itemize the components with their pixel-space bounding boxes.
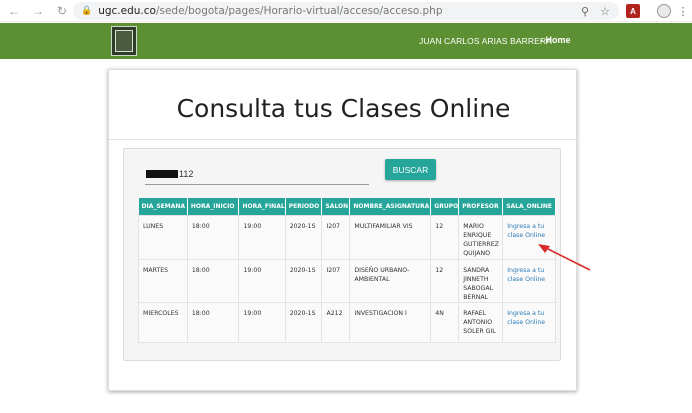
cell-dia: MIERCOLES [138, 301, 188, 343]
column-header: HORA_INICIO [187, 198, 240, 215]
join-class-link[interactable]: Ingresa a tu clase Online [507, 310, 545, 326]
column-header: PROFESOR [458, 198, 504, 215]
cell-grupo: 12 [430, 214, 460, 260]
cell-final: 19:00 [238, 258, 286, 303]
schedule-table: DIA_SEMANA HORA_INICIO HORA_FINAL PERIOD… [138, 198, 556, 343]
cell-inicio: 18:00 [186, 258, 240, 303]
page-title: Consulta tus Clases Online [176, 94, 511, 123]
cell-grupo: 4N [430, 301, 460, 343]
cell-final: 19:00 [238, 301, 286, 343]
cell-profesor: MARIO ENRIQUE GUTIERREZ QUIJANO [458, 214, 504, 260]
site-header: JUAN CARLOS ARIAS BARRERA - Home [0, 23, 692, 59]
pdf-icon[interactable]: A [626, 4, 640, 18]
cell-salon: I207 [321, 258, 351, 303]
join-class-link[interactable]: Ingresa a tu clase Online [507, 223, 545, 239]
column-header: PERIODO [285, 198, 323, 215]
user-name: JUAN CARLOS ARIAS BARRERA [419, 36, 552, 46]
cell-final: 19:00 [238, 214, 286, 260]
cell-dia: MARTES [138, 258, 188, 303]
menu-icon[interactable]: ⋮ [676, 4, 690, 18]
cell-periodo: 2020-1S [284, 258, 323, 303]
url-host: ugc.edu.co [98, 5, 156, 17]
redacted-code [146, 170, 178, 178]
address-bar[interactable]: 🔒 ugc.edu.co/sede/bogota/pages/Horario-v… [73, 2, 619, 20]
university-logo[interactable] [111, 26, 137, 56]
cell-asignatura: MULTIFAMILIAR VIS [349, 214, 432, 260]
cell-periodo: 2020-1S [284, 214, 323, 260]
cell-inicio: 18:00 [186, 214, 240, 260]
lock-icon: 🔒 [81, 6, 93, 16]
table-row: MARTES 18:00 19:00 2020-1S I207 DISEÑO U… [138, 258, 556, 303]
home-link[interactable]: - Home [540, 35, 571, 45]
table-row: MIERCOLES 18:00 19:00 2020-1S A212 INVES… [138, 301, 556, 343]
cell-salon: A212 [321, 301, 351, 343]
column-header: DIA_SEMANA [138, 198, 188, 215]
back-arrow-icon[interactable]: ← [6, 3, 22, 19]
cell-asignatura: DISEÑO URBANO-AMBIENTAL [349, 258, 432, 303]
annotation-arrow-icon [538, 244, 591, 271]
forward-arrow-icon[interactable]: → [30, 3, 46, 19]
column-header: SALA_ONLINE [502, 198, 556, 215]
reload-icon[interactable]: ↻ [54, 3, 70, 19]
cell-salon: I207 [321, 214, 351, 260]
cell-asignatura: INVESTIGACION I [349, 301, 432, 343]
column-header: SALON [321, 198, 351, 215]
search-button[interactable]: BUSCAR [385, 159, 436, 180]
cell-grupo: 12 [430, 258, 460, 303]
cell-sala-online: Ingresa a tu clase Online [502, 301, 556, 343]
zoom-icon[interactable]: ⚲ [578, 4, 592, 18]
url-path: /sede/bogota/pages/Horario-virtual/acces… [155, 5, 443, 17]
column-header: NOMBRE_ASIGNATURA [349, 198, 432, 215]
cell-profesor: RAFAEL ANTONIO SOLER GIL [458, 301, 504, 343]
profile-icon[interactable] [657, 4, 671, 18]
cell-periodo: 2020-1S [284, 301, 323, 343]
column-header: GRUPO [430, 198, 460, 215]
student-code-text: 112 [179, 169, 194, 179]
cell-profesor: SANDRA JINNETH SABOGAL BERNAL [458, 258, 504, 303]
column-header: HORA_FINAL [238, 198, 286, 215]
cell-dia: LUNES [138, 214, 188, 260]
star-icon[interactable]: ☆ [598, 4, 612, 18]
cell-inicio: 18:00 [186, 301, 240, 343]
table-row: LUNES 18:00 19:00 2020-1S I207 MULTIFAMI… [138, 214, 556, 260]
divider [109, 139, 578, 140]
